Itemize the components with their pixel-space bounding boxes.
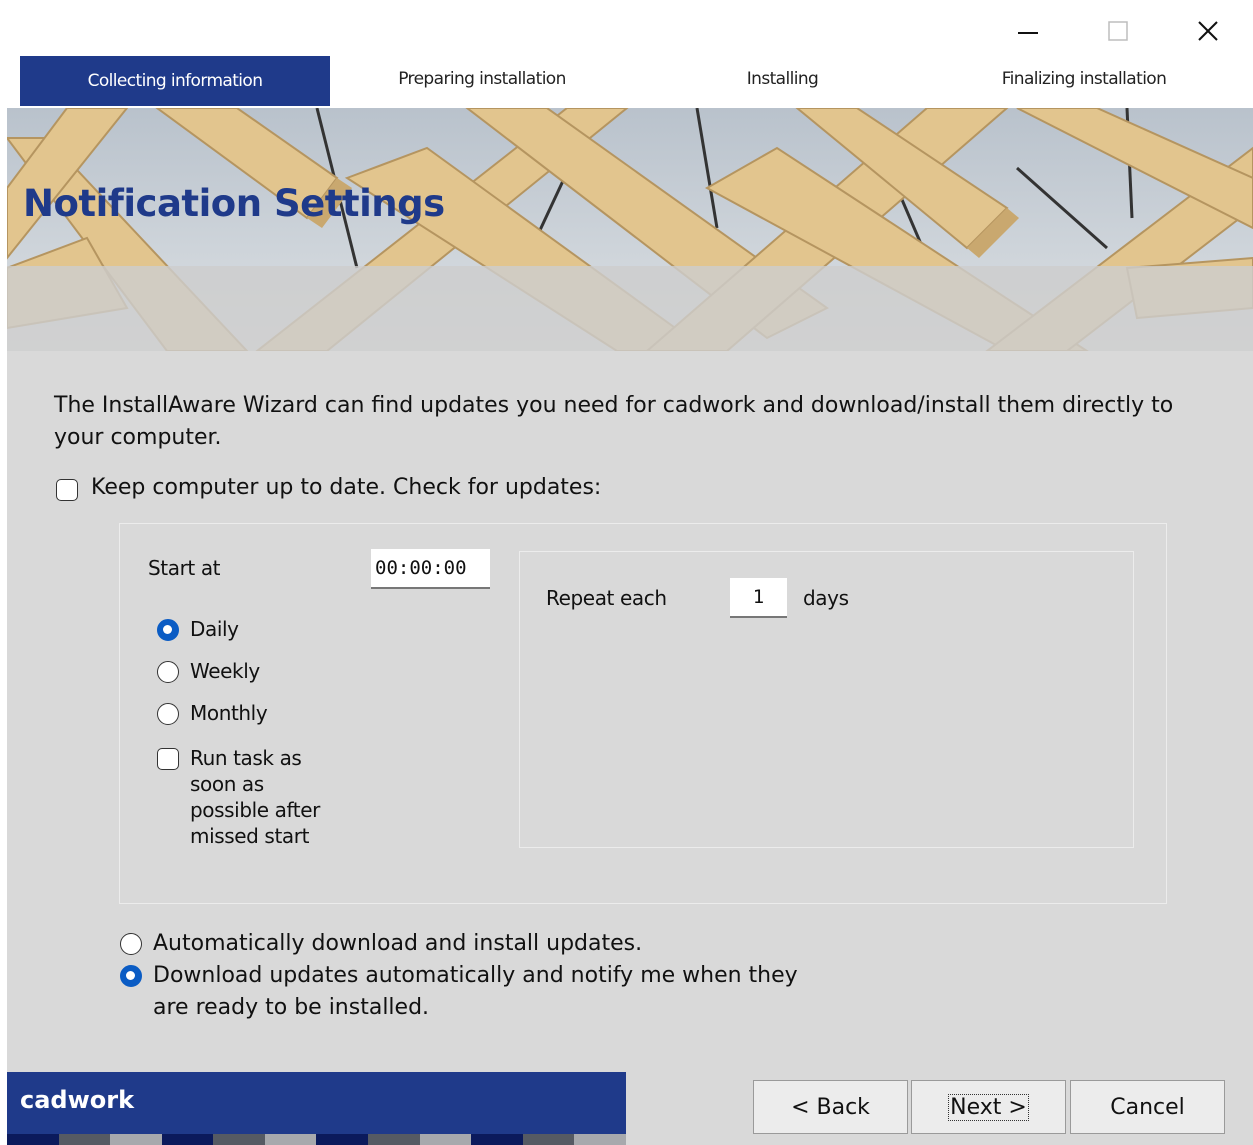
close-button[interactable] [1163,6,1253,56]
weekly-radio[interactable] [157,661,179,683]
description-line-2: your computer. [54,425,222,450]
next-button[interactable]: Next > [911,1080,1066,1134]
minimize-button[interactable] [983,6,1073,56]
title-band [7,266,1253,351]
repeat-days-input[interactable]: 1 [730,578,787,618]
keep-updated-checkbox[interactable] [56,479,78,501]
run-missed-line-2: soon as [190,772,264,796]
page-title: Notification Settings [23,182,445,225]
step-collecting-information: Collecting information [20,56,330,106]
installer-window: Collecting information Preparing install… [7,6,1253,1145]
auto-install-radio[interactable] [120,933,142,955]
run-missed-line-3: possible after [190,798,320,822]
next-button-label: Next > [948,1093,1029,1121]
download-notify-label-line-1: Download updates automatically and notif… [153,963,798,988]
download-notify-label-line-2: are ready to be installed. [153,995,430,1020]
brand-stripes [7,1134,626,1145]
daily-label: Daily [190,617,239,641]
cancel-button-label: Cancel [1110,1094,1185,1120]
start-at-input[interactable]: 00:00:00 [371,549,490,589]
brand-bar: cadwork [7,1072,626,1145]
run-missed-line-1: Run task as [190,746,302,770]
cancel-button[interactable]: Cancel [1070,1080,1225,1134]
run-missed-checkbox[interactable] [157,748,179,770]
back-button[interactable]: < Back [753,1080,908,1134]
download-notify-radio[interactable] [120,965,142,987]
repeat-unit-label: days [803,586,849,610]
maximize-button[interactable] [1073,6,1163,56]
repeat-label: Repeat each [546,586,667,610]
brand-logo: cadwork [20,1086,135,1114]
minimize-icon [1018,32,1038,34]
keep-updated-label: Keep computer up to date. Check for upda… [91,475,602,500]
back-button-label: < Back [791,1094,870,1120]
close-icon [1198,21,1218,41]
step-installing: Installing [746,69,819,89]
run-missed-line-4: missed start [190,824,310,848]
header-banner [7,108,1253,351]
step-finalizing-installation: Finalizing installation [1001,69,1167,89]
daily-radio[interactable] [157,619,179,641]
title-bar [7,6,1253,56]
monthly-radio[interactable] [157,703,179,725]
weekly-label: Weekly [190,659,260,683]
step-preparing-installation: Preparing installation [398,69,566,89]
monthly-label: Monthly [190,701,268,725]
progress-steps: Collecting information Preparing install… [7,56,1253,155]
description-line-1: The InstallAware Wizard can find updates… [54,393,1174,418]
start-at-label: Start at [148,556,221,580]
auto-install-label: Automatically download and install updat… [153,931,643,956]
maximize-icon [1108,21,1128,41]
